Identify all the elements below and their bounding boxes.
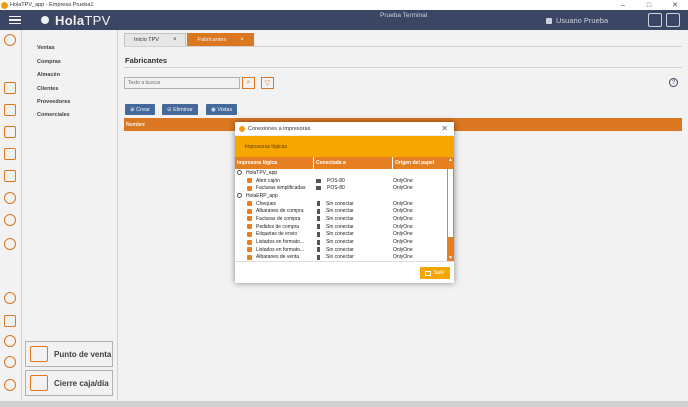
not-connected-icon (317, 254, 320, 260)
printer-name: Albaranes de venta (256, 254, 300, 261)
group-row-holatpv[interactable]: HolaTPV_app (235, 169, 447, 177)
table-row[interactable]: Listados en formato... Sin conectar Only… (235, 246, 447, 254)
table-row[interactable]: Facturas de compra Sin conectar OnlyOne (235, 215, 447, 223)
minimize-button[interactable]: – (610, 0, 636, 10)
printer-icon (247, 201, 252, 207)
connected-to: Sin conectar (326, 239, 354, 246)
printer-name: Abrir cajón (256, 177, 280, 184)
exit-button[interactable]: Salir (420, 267, 450, 279)
printer-table-body: HolaTPV_app Abrir cajón POS-80 OnlyOne F… (235, 169, 447, 261)
paper-source: OnlyOne (393, 200, 413, 207)
group-row-holaerp[interactable]: HolaERP_app (235, 192, 447, 200)
exit-label: Salir (433, 270, 445, 276)
band-label: Impresoras lógicas (245, 143, 287, 150)
printer-name: Listados en formato... (256, 246, 305, 253)
col-paper-source[interactable]: Origen del papel (393, 157, 447, 169)
paper-source: OnlyOne (393, 185, 413, 192)
col-logical-printer[interactable]: Impresora lógica (235, 157, 314, 169)
dialog-footer-divider (235, 261, 454, 262)
connected-to: Sin conectar (326, 208, 354, 215)
printer-connections-dialog: Conexiones a impresoras ✕ Impresoras lóg… (235, 122, 454, 283)
printer-name: Etiquetas de envio (256, 231, 298, 238)
paper-source: OnlyOne (393, 177, 413, 184)
not-connected-icon (317, 216, 320, 222)
connected-to: POS-80 (327, 177, 345, 184)
printer-name: Facturas simplificadas (256, 185, 306, 192)
connected-to: Sin conectar (326, 246, 354, 253)
printer-name: Albaranes de compra (256, 208, 304, 215)
not-connected-icon (317, 247, 320, 253)
table-row[interactable]: Etiquetas de envio Sin conectar OnlyOne (235, 231, 447, 239)
paper-source: OnlyOne (393, 231, 413, 238)
group-name: HolaERP_app (246, 192, 278, 199)
table-row[interactable]: Albaranes de venta Sin conectar OnlyOne (235, 254, 447, 261)
table-row[interactable]: Pedidos de compra Sin conectar OnlyOne (235, 223, 447, 231)
printer-icon (247, 185, 252, 191)
printer-name: Pedidos de compra (256, 223, 300, 230)
table-row[interactable]: Abrir cajón POS-80 OnlyOne (235, 177, 447, 185)
dialog-titlebar: Conexiones a impresoras ✕ (235, 122, 454, 136)
table-row[interactable]: Cheques Sin conectar OnlyOne (235, 200, 447, 208)
connected-to: Sin conectar (326, 200, 354, 207)
app-icon (1, 1, 8, 9)
pos-printer-icon (316, 186, 321, 191)
not-connected-icon (317, 231, 320, 237)
printer-icon (247, 208, 252, 214)
dialog-close-icon[interactable]: ✕ (441, 124, 448, 133)
printer-icon (247, 224, 252, 230)
window-titlebar: HolaTPV_app - Empresa Prueba1 – □ ✕ (0, 0, 688, 10)
printer-icon (247, 216, 252, 222)
dialog-band: Impresoras lógicas (235, 136, 454, 157)
printer-name: Cheques (256, 200, 277, 207)
not-connected-icon (317, 208, 320, 214)
status-bar (0, 401, 688, 407)
table-row[interactable]: Listados en formato... Sin conectar Only… (235, 238, 447, 246)
pos-printer-icon (316, 178, 321, 183)
printer-icon (247, 231, 252, 237)
col-connected-to[interactable]: Conectada a (314, 157, 393, 169)
paper-source: OnlyOne (393, 246, 413, 253)
table-row[interactable]: Facturas simplificadas POS-80 OnlyOne (235, 184, 447, 192)
connected-to: POS-80 (327, 185, 345, 192)
collapse-icon[interactable] (237, 193, 242, 199)
printer-icon (247, 239, 252, 245)
not-connected-icon (317, 239, 320, 245)
printer-icon (247, 254, 252, 260)
not-connected-icon (317, 224, 320, 230)
printer-icon (247, 178, 252, 184)
connected-to: Sin conectar (326, 254, 354, 261)
printer-icon (247, 247, 252, 253)
window-title: HolaTPV_app - Empresa Prueba1 (10, 2, 94, 8)
connected-to: Sin conectar (326, 231, 354, 238)
not-connected-icon (317, 201, 320, 207)
connected-to: Sin conectar (326, 223, 354, 230)
connected-to: Sin conectar (326, 215, 354, 222)
dialog-app-icon (239, 125, 245, 132)
scrollbar-thumb[interactable] (448, 169, 453, 237)
close-window-button[interactable]: ✕ (662, 0, 688, 10)
exit-icon (425, 270, 432, 276)
group-name: HolaTPV_app (246, 169, 278, 176)
paper-source: OnlyOne (393, 215, 413, 222)
paper-source: OnlyOne (393, 254, 413, 261)
paper-source: OnlyOne (393, 239, 413, 246)
paper-source: OnlyOne (393, 208, 413, 215)
scroll-up-icon[interactable]: ▲ (447, 157, 454, 163)
printer-name: Facturas de compra (256, 215, 301, 222)
paper-source: OnlyOne (393, 223, 413, 230)
table-row[interactable]: Albaranes de compra Sin conectar OnlyOne (235, 207, 447, 215)
collapse-icon[interactable] (237, 170, 242, 176)
vertical-scrollbar[interactable]: ▲ ▼ (447, 157, 454, 261)
printer-name: Listados en formato... (256, 239, 305, 246)
maximize-button[interactable]: □ (636, 0, 662, 10)
printer-table-header: Impresora lógica Conectada a Origen del … (235, 157, 447, 169)
dialog-title: Conexiones a impresoras (248, 125, 311, 132)
